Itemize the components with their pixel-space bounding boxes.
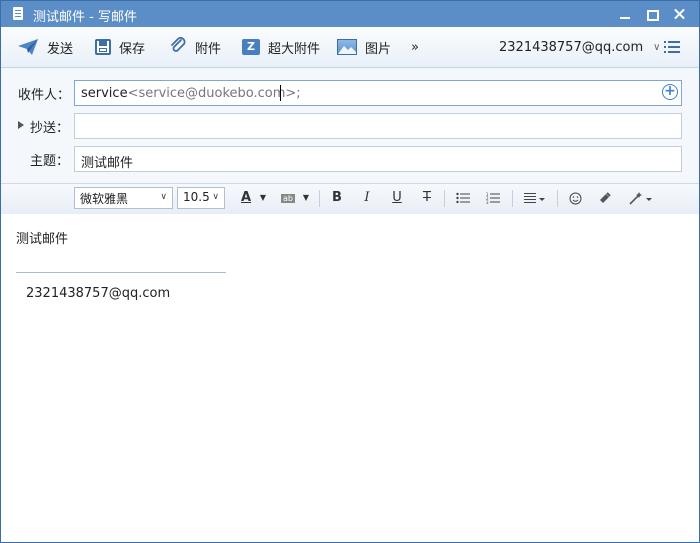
- subject-field[interactable]: 测试邮件: [74, 146, 682, 172]
- font-family-select[interactable]: 微软雅黑 ∨: [74, 187, 173, 209]
- highlight-dropdown-icon[interactable]: ▼: [301, 188, 311, 210]
- numbered-list-icon[interactable]: 123: [484, 188, 502, 210]
- to-label[interactable]: 收件人：: [18, 84, 70, 103]
- font-family-value: 微软雅黑: [80, 192, 129, 206]
- magic-wand-icon[interactable]: [627, 188, 653, 210]
- message-body-editor[interactable]: 测试邮件 2321438757@qq.com: [1, 214, 699, 542]
- subject-label: 主题：: [30, 154, 70, 169]
- signature-divider: [16, 272, 226, 273]
- account-email: 2321438757@qq.com: [499, 39, 644, 55]
- to-field[interactable]: service<service@duokebo.com>; +: [74, 80, 682, 106]
- paper-plane-icon: [17, 38, 39, 56]
- chevron-down-icon: ∨: [160, 192, 167, 202]
- floppy-disk-icon: [95, 39, 111, 55]
- text-caret: [280, 85, 281, 101]
- toolbar-divider: [444, 190, 445, 207]
- compose-header: 收件人： service<service@duokebo.com>; + 抄送：…: [1, 68, 699, 183]
- window-title: 测试邮件 - 写邮件: [33, 10, 137, 25]
- compose-app-icon: [13, 7, 23, 20]
- send-label: 发送: [47, 41, 74, 57]
- add-recipient-icon[interactable]: +: [662, 84, 678, 100]
- body-text: 测试邮件: [16, 232, 69, 247]
- cc-label[interactable]: 抄送：: [30, 117, 69, 136]
- menu-button[interactable]: [664, 27, 680, 67]
- underline-icon[interactable]: U: [389, 188, 405, 210]
- emoji-icon[interactable]: [567, 188, 583, 210]
- subject-row: 主题： 测试邮件: [1, 146, 699, 172]
- italic-icon[interactable]: I: [359, 188, 375, 210]
- format-painter-icon[interactable]: [596, 188, 614, 210]
- save-label: 保存: [119, 41, 146, 57]
- highlight-color-icon[interactable]: ab: [279, 188, 297, 210]
- strikethrough-icon[interactable]: T: [419, 188, 435, 210]
- compose-toolbar: 发送 保存 附件 Z 超大附件 图片 » 2321438757@qq.com ∨: [1, 27, 699, 68]
- save-button[interactable]: 保存: [95, 27, 145, 67]
- cc-row: 抄送：: [1, 113, 699, 139]
- format-toolbar: 微软雅黑 ∨ 10.5 ∨ A ▼ ab ▼ B I U T 123: [1, 183, 699, 215]
- toolbar-divider: [512, 190, 513, 207]
- close-button[interactable]: [669, 5, 689, 23]
- align-icon[interactable]: [522, 188, 548, 210]
- big-attachment-button[interactable]: Z 超大附件: [242, 27, 320, 67]
- font-size-value: 10.5: [183, 190, 210, 204]
- attach-button[interactable]: 附件: [169, 27, 221, 67]
- account-selector[interactable]: 2321438757@qq.com ∨: [499, 27, 660, 67]
- signature-text: 2321438757@qq.com: [26, 286, 171, 301]
- recipient-chip[interactable]: service<service@duokebo.com>;: [81, 86, 301, 101]
- title-bar: 测试邮件 - 写邮件: [1, 1, 699, 27]
- toolbar-divider: [557, 190, 558, 207]
- big-attachment-label: 超大附件: [268, 41, 321, 57]
- more-tools-button[interactable]: »: [411, 27, 419, 67]
- to-row: 收件人： service<service@duokebo.com>; +: [1, 80, 699, 106]
- paperclip-icon: [169, 36, 187, 58]
- recipient-name: service: [81, 86, 128, 101]
- subject-value: 测试邮件: [81, 156, 134, 171]
- font-size-select[interactable]: 10.5 ∨: [177, 187, 225, 209]
- bold-icon[interactable]: B: [329, 188, 345, 210]
- send-button[interactable]: 发送: [17, 27, 73, 67]
- big-attachment-icon: Z: [242, 39, 260, 55]
- chevron-down-icon: ∨: [212, 192, 219, 202]
- font-color-dropdown-icon[interactable]: ▼: [258, 188, 268, 210]
- more-tools-label: »: [411, 39, 419, 55]
- recipient-address: <service@duokebo.com>;: [127, 86, 301, 101]
- chevron-down-icon: ∨: [653, 41, 661, 53]
- svg-text:3: 3: [486, 200, 489, 204]
- picture-label: 图片: [365, 41, 392, 57]
- picture-icon: [337, 39, 357, 55]
- picture-button[interactable]: 图片: [337, 27, 391, 67]
- expand-triangle-icon[interactable]: [18, 121, 24, 129]
- minimize-button[interactable]: [615, 5, 635, 23]
- cc-field[interactable]: [74, 113, 682, 139]
- attach-label: 附件: [195, 41, 222, 57]
- toolbar-divider: [319, 190, 320, 207]
- compose-window: 测试邮件 - 写邮件 发送 保存 附件 Z 超大附件 图片 » 23214387…: [0, 0, 700, 543]
- list-menu-icon: [664, 41, 680, 53]
- bullet-list-icon[interactable]: [454, 188, 472, 210]
- font-color-icon[interactable]: A: [239, 188, 253, 210]
- maximize-button[interactable]: [642, 5, 662, 23]
